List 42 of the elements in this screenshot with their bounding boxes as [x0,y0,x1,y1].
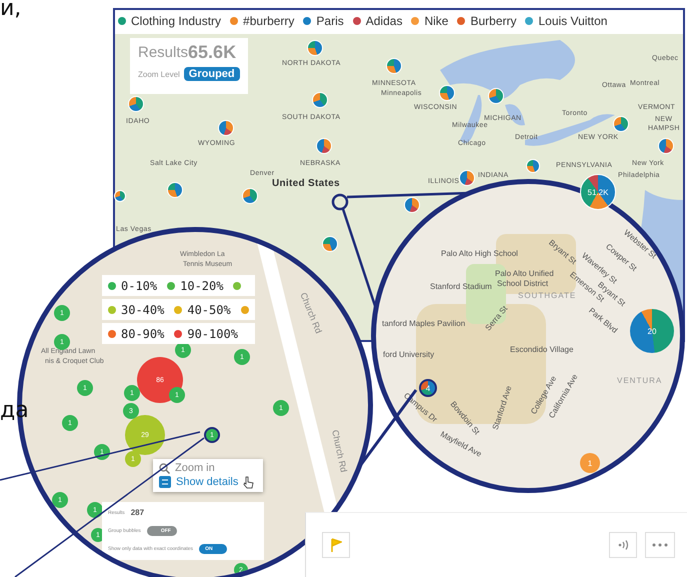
street-map-label: ford University [383,350,434,359]
legend-label[interactable]: Adidas [366,14,402,28]
legend-label[interactable]: Burberry [470,14,516,28]
zoom-icon [159,462,170,474]
pie-marker[interactable]: 20 [630,309,674,353]
legend-label[interactable]: Clothing Industry [131,14,222,28]
street-map-label: School District [497,279,548,288]
results-value: 287 [130,508,144,517]
list-icon [159,476,171,488]
map-place-label: Church Rd [298,291,324,335]
show-details-option[interactable]: Show details [176,476,238,488]
street-map-label: Palo Alto High School [441,249,518,258]
more-button[interactable] [645,532,675,558]
street-map-label: VENTURA [617,376,662,385]
results-value: 65.6K [188,42,236,63]
legend-label: 30-40% [121,302,164,316]
sound-button[interactable] [609,532,637,558]
street-map-label: Palo Alto Unified [495,269,554,278]
legend-label: 10-20% [180,278,224,292]
sound-icon [617,539,629,551]
map-place-label: Church Rd [330,428,349,474]
legend-label[interactable]: #burberry [243,14,294,28]
legend-label: 90-100% [187,326,238,340]
pie-marker[interactable]: 1 [580,453,600,473]
flag-icon [330,538,342,552]
zoom-in-option[interactable]: Zoom in [175,462,215,474]
pointer-cursor-icon [243,476,254,488]
page-text-fragment: и, [0,0,22,21]
map-place-label: United States [272,178,340,189]
legend-label: 80-90% [121,326,164,340]
legend-label: 40-50% [187,302,231,316]
legend-label[interactable]: Louis Vuitton [538,14,608,28]
legend-label: 0-10% [121,278,158,292]
more-icon [652,543,668,547]
results-label: Results [138,44,188,61]
legend-label[interactable]: Paris [316,14,344,28]
street-map-label: Escondido Village [510,345,574,354]
legend-label[interactable]: Nike [424,14,448,28]
zoom-level-badge[interactable]: Grouped [184,67,240,81]
street-map-label: Stanford Stadium [430,282,492,291]
street-map-label: tanford Maples Pavilion [382,319,466,328]
zoom-level-label: Zoom Level [138,70,180,78]
